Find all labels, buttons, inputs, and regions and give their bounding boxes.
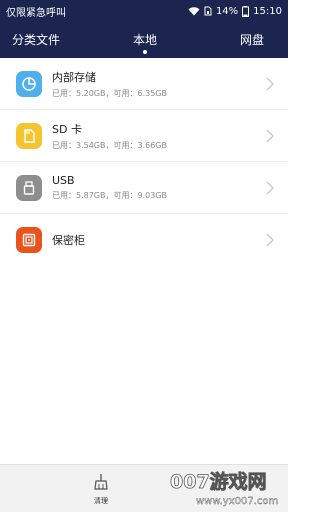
active-tab-indicator: [143, 50, 147, 54]
chevron-right-icon: [266, 180, 274, 195]
usb-icon: [16, 174, 42, 201]
broom-icon: [93, 474, 109, 495]
tab-categories[interactable]: 分类文件: [12, 31, 60, 48]
item-usage: 已用：5.87GB，可用：9.03GB: [52, 191, 167, 200]
clock-text: 15:10: [253, 5, 282, 17]
pie-chart-icon: [16, 70, 42, 97]
item-title: 内部存储: [52, 70, 96, 84]
list-item-internal-storage[interactable]: 内部存储 已用：5.20GB，可用：6.35GB: [0, 58, 288, 110]
storage-list: 内部存储 已用：5.20GB，可用：6.35GB SD 卡 已用：3.54GB，…: [0, 58, 288, 266]
list-item-usb[interactable]: USB 已用：5.87GB，可用：9.03GB: [0, 162, 288, 214]
sim-icon: [204, 6, 212, 16]
item-usage: 已用：5.20GB，可用：6.35GB: [52, 88, 167, 98]
top-tab-bar: 分类文件 本地 网盘: [0, 22, 288, 58]
item-title: USB: [52, 174, 75, 187]
carrier-text: 仅限紧急呼叫: [6, 7, 66, 19]
safe-icon: [16, 227, 42, 253]
item-title: SD 卡: [52, 122, 82, 136]
watermark-title: 007游戏网: [170, 470, 267, 493]
chevron-right-icon: [266, 76, 274, 91]
battery-text: 14%: [215, 5, 239, 17]
status-icons: 14% 15:10: [188, 5, 282, 17]
list-item-safe-box[interactable]: 保密柜: [0, 214, 288, 266]
wifi-icon: [188, 6, 200, 16]
clean-button[interactable]: 清理: [88, 473, 114, 509]
sd-card-icon: [16, 122, 42, 149]
site-watermark: 007游戏网 www.yx007.com: [150, 460, 288, 512]
status-bar: 仅限紧急呼叫 14% 15:10: [0, 0, 288, 22]
chevron-right-icon: [266, 232, 274, 247]
watermark-url: www.yx007.com: [196, 496, 278, 507]
tab-cloud-drive[interactable]: 网盘: [240, 31, 264, 48]
tab-local[interactable]: 本地: [133, 31, 157, 48]
clean-label: 清理: [94, 497, 108, 505]
item-usage: 已用：3.54GB，可用：3.66GB: [52, 140, 167, 150]
item-title: 保密柜: [52, 234, 85, 247]
chevron-right-icon: [266, 128, 274, 143]
battery-icon: [242, 5, 250, 17]
list-item-sd-card[interactable]: SD 卡 已用：3.54GB，可用：3.66GB: [0, 110, 288, 162]
